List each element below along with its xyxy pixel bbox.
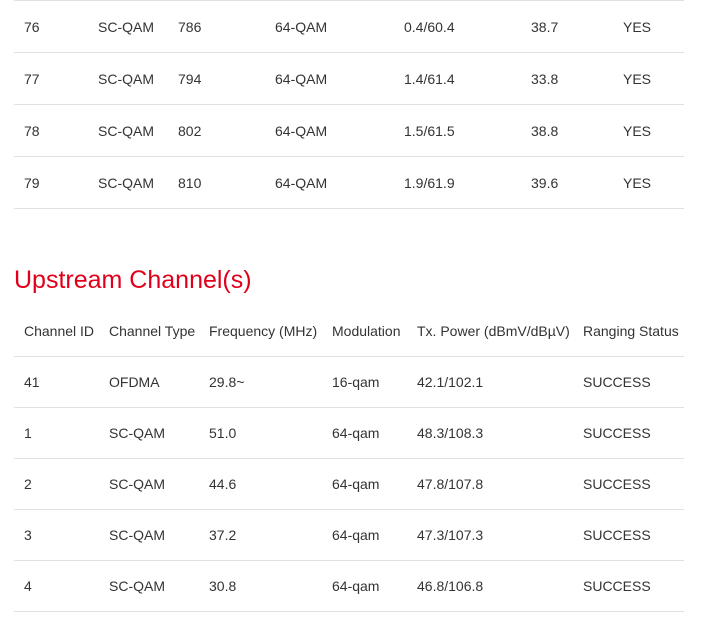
table-row: 78 SC-QAM 802 64-QAM 1.5/61.5 38.8 YES (14, 105, 684, 157)
locked-cell: YES (623, 122, 652, 139)
channel-type-cell: SC-QAM (109, 527, 165, 543)
ranging-status-cell: SUCCESS (583, 374, 651, 390)
channel-type-cell: OFDMA (109, 374, 160, 390)
channel-id-cell: 1 (24, 425, 32, 441)
header-channel-type: Channel Type (109, 323, 196, 339)
tx-power-cell: 48.3/108.3 (417, 425, 484, 441)
snr-cell: 39.6 (531, 174, 559, 191)
header-channel-id: Channel ID (24, 323, 95, 339)
tx-power-cell: 47.8/107.8 (417, 476, 484, 492)
header-ranging-status: Ranging Status (583, 323, 679, 339)
header-modulation: Modulation (332, 323, 401, 339)
lock-status-cell: SC-QAM (98, 18, 154, 35)
modulation-cell: 64-QAM (275, 174, 328, 191)
upstream-channel-table: Channel ID Channel Type Frequency (MHz) … (14, 306, 684, 612)
frequency-cell: 44.6 (209, 476, 237, 492)
upstream-section-title: Upstream Channel(s) (14, 266, 252, 294)
table-row: 3 SC-QAM 37.2 64-qam 47.3/107.3 SUCCESS (14, 510, 684, 561)
channel-id-cell: 79 (24, 174, 40, 191)
tx-power-cell: 46.8/106.8 (417, 578, 484, 594)
table-row: 79 SC-QAM 810 64-QAM 1.9/61.9 39.6 YES (14, 157, 684, 209)
frequency-cell: 802 (178, 122, 202, 139)
channel-type-cell: SC-QAM (109, 578, 165, 594)
frequency-cell: 786 (178, 18, 202, 35)
modulation-cell: 64-qam (332, 578, 380, 594)
lock-status-cell: SC-QAM (98, 174, 154, 191)
modulation-cell: 64-QAM (275, 18, 328, 35)
modulation-cell: 64-QAM (275, 70, 328, 87)
channel-id-cell: 2 (24, 476, 32, 492)
locked-cell: YES (623, 70, 652, 87)
channel-id-cell: 41 (24, 374, 40, 390)
tx-power-cell: 42.1/102.1 (417, 374, 484, 390)
frequency-cell: 51.0 (209, 425, 237, 441)
channel-id-cell: 3 (24, 527, 32, 543)
frequency-cell: 37.2 (209, 527, 237, 543)
downstream-channel-table: 76 SC-QAM 786 64-QAM 0.4/60.4 38.7 YES 7… (14, 0, 684, 209)
channel-id-cell: 4 (24, 578, 32, 594)
power-cell: 1.4/61.4 (404, 70, 455, 87)
channel-type-cell: SC-QAM (109, 476, 165, 492)
frequency-cell: 810 (178, 174, 202, 191)
power-cell: 0.4/60.4 (404, 18, 455, 35)
header-frequency: Frequency (MHz) (209, 323, 318, 339)
table-header-row: Channel ID Channel Type Frequency (MHz) … (14, 306, 684, 357)
frequency-cell: 30.8 (209, 578, 237, 594)
channel-id-cell: 76 (24, 18, 40, 35)
channel-id-cell: 77 (24, 70, 40, 87)
table-row: 2 SC-QAM 44.6 64-qam 47.8/107.8 SUCCESS (14, 459, 684, 510)
ranging-status-cell: SUCCESS (583, 578, 651, 594)
locked-cell: YES (623, 18, 652, 35)
snr-cell: 38.8 (531, 122, 559, 139)
modulation-cell: 64-qam (332, 425, 380, 441)
ranging-status-cell: SUCCESS (583, 476, 651, 492)
lock-status-cell: SC-QAM (98, 122, 154, 139)
snr-cell: 38.7 (531, 18, 559, 35)
power-cell: 1.5/61.5 (404, 122, 455, 139)
frequency-cell: 29.8~ (209, 374, 245, 390)
tx-power-cell: 47.3/107.3 (417, 527, 484, 543)
table-row: 77 SC-QAM 794 64-QAM 1.4/61.4 33.8 YES (14, 53, 684, 105)
table-row: 1 SC-QAM 51.0 64-qam 48.3/108.3 SUCCESS (14, 408, 684, 459)
table-row: 4 SC-QAM 30.8 64-qam 46.8/106.8 SUCCESS (14, 561, 684, 612)
modulation-cell: 64-QAM (275, 122, 328, 139)
channel-type-cell: SC-QAM (109, 425, 165, 441)
table-row: 76 SC-QAM 786 64-QAM 0.4/60.4 38.7 YES (14, 0, 684, 53)
ranging-status-cell: SUCCESS (583, 527, 651, 543)
locked-cell: YES (623, 174, 652, 191)
modulation-cell: 64-qam (332, 527, 380, 543)
table-row: 41 OFDMA 29.8~ 16-qam 42.1/102.1 SUCCESS (14, 357, 684, 408)
channel-id-cell: 78 (24, 122, 40, 139)
snr-cell: 33.8 (531, 70, 559, 87)
modulation-cell: 16-qam (332, 374, 380, 390)
ranging-status-cell: SUCCESS (583, 425, 651, 441)
header-tx-power: Tx. Power (dBmV/dBµV) (417, 323, 570, 339)
lock-status-cell: SC-QAM (98, 70, 154, 87)
power-cell: 1.9/61.9 (404, 174, 455, 191)
modulation-cell: 64-qam (332, 476, 380, 492)
frequency-cell: 794 (178, 70, 202, 87)
